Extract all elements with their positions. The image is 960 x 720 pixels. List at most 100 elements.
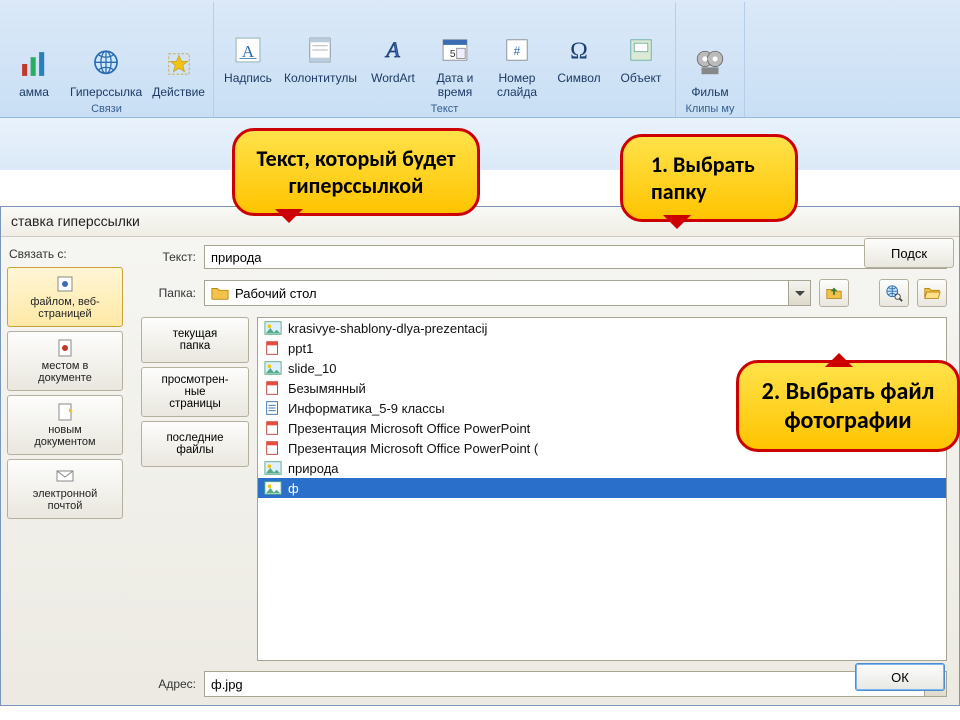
link-place-doc-icon — [55, 338, 75, 358]
wordart-button[interactable]: A WordArt — [363, 29, 423, 87]
ribbon-item-label: Фильм — [691, 85, 728, 99]
symbol-button[interactable]: Ω Символ — [549, 29, 609, 87]
header-footer-button[interactable]: Колонтитулы — [280, 29, 361, 87]
file-name: ppt1 — [288, 341, 313, 356]
wordart-icon: A — [376, 33, 410, 67]
link-new-doc[interactable]: новым документом — [7, 395, 123, 455]
display-text-field[interactable] — [204, 245, 947, 269]
ribbon-group: A Надпись Колонтитулы A WordArt 5Дата и время… — [214, 2, 676, 117]
ribbon: амма Гиперссылка Действие Связи A Надпись Коло… — [0, 0, 960, 118]
link-email-icon — [55, 466, 75, 486]
film-icon — [693, 47, 727, 81]
omega-icon: Ω — [562, 33, 596, 67]
ribbon-item-label: Символ — [557, 71, 600, 85]
browse-file-button[interactable] — [917, 279, 947, 307]
file-name: Информатика_5-9 классы — [288, 401, 445, 416]
address-combo[interactable]: ф.jpg — [204, 671, 947, 697]
ribbon-item-label: Колонтитулы — [284, 71, 357, 85]
slide-number-button[interactable]: # Номер слайда — [487, 29, 547, 101]
link-email[interactable]: электронной почтой — [7, 459, 123, 519]
img-file-icon — [264, 320, 282, 336]
file-name: ф — [288, 481, 299, 496]
browse-web-button[interactable] — [879, 279, 909, 307]
globe-icon — [89, 47, 123, 81]
file-row[interactable]: природа — [258, 458, 946, 478]
object-button[interactable]: Объект — [611, 29, 671, 87]
ribbon-item-label: амма — [19, 85, 49, 99]
link-to-label: Связать с: — [7, 243, 123, 263]
left-nav-label: новым документом — [34, 424, 95, 448]
folder-value: Рабочий стол — [235, 286, 317, 301]
ppt-file-icon — [264, 340, 282, 356]
folder-icon — [211, 285, 229, 301]
svg-text:5: 5 — [450, 49, 456, 60]
text-label: Текст: — [141, 250, 196, 264]
textbox-button[interactable]: A Надпись — [218, 29, 278, 87]
up-folder-button[interactable] — [819, 279, 849, 307]
left-nav-label: местом в документе — [38, 360, 92, 384]
img-file-icon — [264, 480, 282, 496]
folder-label: Папка: — [141, 286, 196, 300]
object-icon — [624, 33, 658, 67]
ribbon-item-label: Номер слайда — [497, 71, 537, 99]
screentip-button[interactable]: Подск — [864, 238, 954, 268]
address-value: ф.jpg — [211, 677, 243, 692]
globe-search-icon — [885, 284, 903, 302]
img-file-icon — [264, 360, 282, 376]
file-name: krasivye-shablony-dlya-prezentacij — [288, 321, 487, 336]
callout-hyperlink-text: Текст, который будет гиперссылкой — [232, 128, 480, 216]
ribbon-item-label: Гиперссылка — [70, 85, 142, 99]
action-button[interactable]: Действие — [148, 43, 209, 101]
ribbon-strip — [0, 118, 960, 170]
recent-files[interactable]: последние файлы — [141, 421, 249, 467]
link-file-web-icon — [55, 274, 75, 294]
address-label: Адрес: — [141, 677, 196, 691]
movie-button[interactable]: Фильм — [680, 43, 740, 101]
slidenum-icon: # — [500, 33, 534, 67]
link-place-doc[interactable]: местом в документе — [7, 331, 123, 391]
ppt-file-icon — [264, 440, 282, 456]
chart-icon — [17, 47, 51, 81]
file-row[interactable]: krasivye-shablony-dlya-prezentacij — [258, 318, 946, 338]
ribbon-group-label: Связи — [4, 101, 209, 115]
folder-dropdown-button[interactable] — [788, 281, 810, 305]
up-folder-icon — [825, 284, 843, 302]
textA-icon: A — [231, 33, 265, 67]
browsed-pages[interactable]: просмотрен- ные страницы — [141, 367, 249, 417]
datetime-icon: 5 — [438, 33, 472, 67]
ppt-file-icon — [264, 420, 282, 436]
hyperlink-button[interactable]: Гиперссылка — [66, 43, 146, 101]
img-file-icon — [264, 460, 282, 476]
ribbon-group-label: Клипы му — [680, 101, 740, 115]
current-folder[interactable]: текущая папка — [141, 317, 249, 363]
link-new-doc-icon — [55, 402, 75, 422]
left-nav-label: электронной почтой — [33, 488, 98, 512]
ok-button[interactable]: ОК — [855, 663, 945, 691]
ribbon-item-label: WordArt — [371, 71, 415, 85]
ribbon-item-label: Действие — [152, 85, 205, 99]
folder-combo[interactable]: Рабочий стол — [204, 280, 811, 306]
svg-text:#: # — [514, 44, 521, 58]
file-name: природа — [288, 461, 339, 476]
chart-button[interactable]: амма — [4, 43, 64, 101]
insert-hyperlink-dialog: ставка гиперссылки Связать с: файлом, ве… — [0, 206, 960, 706]
open-folder-icon — [923, 284, 941, 302]
headerfooter-icon — [303, 33, 337, 67]
ribbon-item-label: Надпись — [224, 71, 272, 85]
svg-text:Ω: Ω — [570, 39, 588, 65]
link-file-web[interactable]: файлом, веб- страницей — [7, 267, 123, 327]
callout-choose-file: 2. Выбрать файл фотографии — [736, 360, 960, 452]
ribbon-group: Фильм Клипы му — [676, 2, 745, 117]
ribbon-group: амма Гиперссылка Действие Связи — [0, 2, 214, 117]
file-name: Презентация Microsoft Office PowerPoint — [288, 421, 530, 436]
date-time-button[interactable]: 5Дата и время — [425, 29, 485, 101]
dialog-title: ставка гиперссылки — [1, 207, 959, 237]
ppt-file-icon — [264, 380, 282, 396]
file-name: slide_10 — [288, 361, 336, 376]
ribbon-item-label: Объект — [621, 71, 662, 85]
ribbon-group-label: Текст — [218, 101, 671, 115]
file-row[interactable]: ф — [258, 478, 946, 498]
link-to-panel: Связать с: файлом, веб- страницей местом … — [1, 237, 129, 705]
callout-choose-folder: 1. Выбрать папку — [620, 134, 798, 222]
svg-text:A: A — [384, 37, 400, 62]
